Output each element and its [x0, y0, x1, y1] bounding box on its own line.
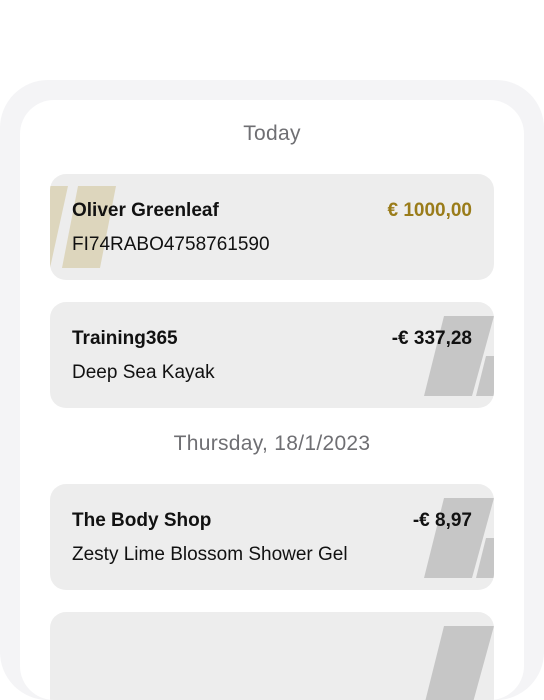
transaction-card-training365[interactable]: Training365 -€ 337,28 Deep Sea Kayak	[50, 302, 494, 408]
transaction-name: The Body Shop	[72, 510, 212, 531]
transaction-amount: -€ 337,28	[391, 328, 472, 349]
incoming-stripes-icon	[50, 186, 116, 268]
transaction-detail: FI74RABO4758761590	[72, 234, 270, 255]
transaction-card-partial[interactable]	[50, 612, 494, 700]
date-header-thursday: Thursday, 18/1/2023	[173, 432, 371, 455]
transaction-name: Training365	[72, 328, 178, 349]
transaction-card-oliver-greenleaf[interactable]: Oliver Greenleaf € 1000,00 FI74RABO47587…	[50, 174, 494, 280]
outgoing-stripes-icon	[424, 316, 494, 396]
transaction-amount: € 1000,00	[387, 200, 472, 221]
transaction-card-the-body-shop[interactable]: The Body Shop -€ 8,97 Zesty Lime Blossom…	[50, 484, 494, 590]
transaction-name: Oliver Greenleaf	[72, 200, 219, 221]
outgoing-stripes-icon	[425, 626, 494, 700]
transaction-detail: Deep Sea Kayak	[72, 362, 215, 383]
transaction-amount: -€ 8,97	[412, 510, 472, 531]
outgoing-stripes-icon	[424, 498, 494, 578]
transactions-screen: Today Oliver Greenleaf € 1000,00 FI74RAB…	[20, 100, 524, 700]
date-header-today: Today	[243, 122, 301, 145]
transaction-detail: Zesty Lime Blossom Shower Gel	[72, 544, 348, 565]
